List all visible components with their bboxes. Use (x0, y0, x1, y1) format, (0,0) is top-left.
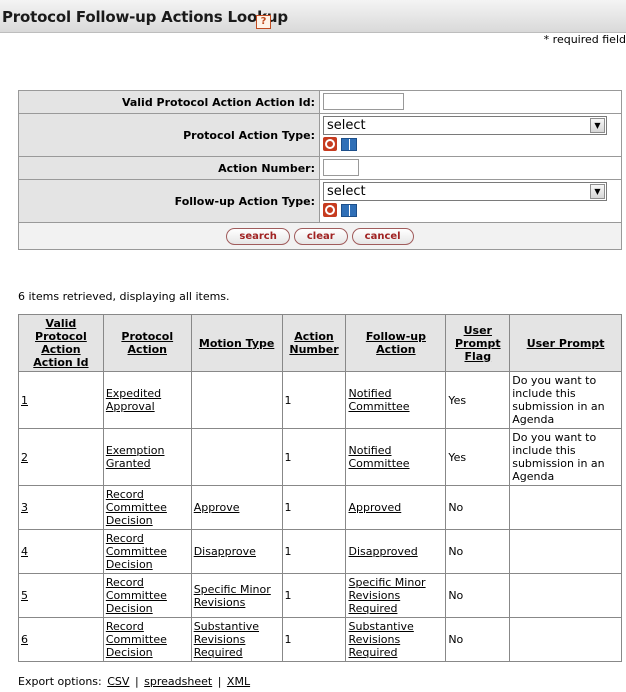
table-row: 5 Record Committee Decision Specific Min… (18, 573, 622, 618)
table-row: 1 Expedited Approval 1 Notified Committe… (18, 371, 622, 429)
export-options: Export options: CSV | spreadsheet | XML (18, 675, 252, 688)
row-id-link[interactable]: 6 (21, 633, 28, 646)
protocol-action-type-select[interactable]: select ▼ (323, 116, 607, 135)
followup-action-type-value: select (327, 184, 366, 199)
export-separator: | (134, 675, 139, 688)
direct-inquiry-book-icon[interactable] (341, 137, 357, 151)
export-xml-link[interactable]: XML (227, 675, 250, 688)
direct-inquiry-book-icon[interactable] (341, 203, 357, 217)
results-table: Valid Protocol Action Action Id Protocol… (18, 314, 622, 662)
action-number-cell: 1 (281, 617, 347, 662)
form-row-action-number: Action Number: (19, 157, 621, 180)
followup-action-link[interactable]: Approved (348, 501, 401, 514)
row-id-link[interactable]: 3 (21, 501, 28, 514)
table-row: 4 Record Committee Decision Disapprove 1… (18, 529, 622, 574)
column-header-motion-type[interactable]: Motion Type (190, 314, 283, 372)
user-prompt-flag-cell: Yes (445, 428, 511, 486)
cancel-button[interactable]: cancel (351, 227, 414, 245)
required-field-note: * required field (543, 33, 626, 46)
protocol-action-type-value: select (327, 118, 366, 133)
protocol-action-link[interactable]: Exemption Granted (106, 444, 165, 470)
motion-type-cell (190, 428, 283, 486)
table-row: 3 Record Committee Decision Approve 1 Ap… (18, 485, 622, 530)
row-id-link[interactable]: 5 (21, 589, 28, 602)
column-header-user-prompt[interactable]: User Prompt (509, 314, 622, 372)
lookup-search-icon[interactable] (323, 137, 337, 151)
form-buttons: search clear cancel (19, 223, 621, 249)
protocol-action-link[interactable]: Record Committee Decision (106, 576, 167, 615)
chevron-down-icon[interactable]: ▼ (590, 118, 605, 133)
field-label-followup-action-type: Follow-up Action Type: (19, 180, 320, 222)
form-row-protocol-action-type: Protocol Action Type: select ▼ (19, 114, 621, 157)
field-label-action-number: Action Number: (19, 157, 320, 179)
export-separator: | (217, 675, 222, 688)
followup-action-link[interactable]: Notified Committee (348, 387, 409, 413)
user-prompt-cell (509, 485, 622, 530)
lookup-search-icon[interactable] (323, 203, 337, 217)
action-number-input[interactable] (323, 159, 359, 176)
row-id-link[interactable]: 4 (21, 545, 28, 558)
user-prompt-flag-cell: No (445, 529, 511, 574)
action-number-cell: 1 (281, 529, 347, 574)
user-prompt-cell: Do you want to include this submission i… (509, 371, 622, 429)
page-title: Protocol Follow-up Actions Lookup (2, 8, 288, 26)
search-form: Valid Protocol Action Action Id: Protoco… (18, 90, 622, 250)
column-header-user-prompt-flag[interactable]: User Prompt Flag (445, 314, 511, 372)
clear-button[interactable]: clear (293, 227, 348, 245)
followup-action-link[interactable]: Notified Committee (348, 444, 409, 470)
motion-type-link[interactable]: Disapprove (194, 545, 256, 558)
action-number-cell: 1 (281, 573, 347, 618)
row-id-link[interactable]: 1 (21, 394, 28, 407)
export-csv-link[interactable]: CSV (107, 675, 129, 688)
user-prompt-cell: Do you want to include this submission i… (509, 428, 622, 486)
protocol-action-link[interactable]: Expedited Approval (106, 387, 161, 413)
user-prompt-flag-cell: Yes (445, 371, 511, 429)
motion-type-link[interactable]: Specific Minor Revisions (194, 583, 271, 609)
export-label: Export options: (18, 675, 102, 688)
action-number-cell: 1 (281, 428, 347, 486)
table-header-row: Valid Protocol Action Action Id Protocol… (18, 314, 622, 372)
column-header-protocol-action[interactable]: Protocol Action (102, 314, 192, 372)
action-number-cell: 1 (281, 371, 347, 429)
user-prompt-flag-cell: No (445, 573, 511, 618)
user-prompt-cell (509, 529, 622, 574)
user-prompt-flag-cell: No (445, 617, 511, 662)
followup-action-link[interactable]: Disapproved (348, 545, 417, 558)
action-number-cell: 1 (281, 485, 347, 530)
search-button[interactable]: search (226, 227, 290, 245)
user-prompt-cell (509, 617, 622, 662)
column-header-followup-action[interactable]: Follow-up Action (345, 314, 447, 372)
protocol-action-link[interactable]: Record Committee Decision (106, 532, 167, 571)
form-row-action-id: Valid Protocol Action Action Id: (19, 91, 621, 114)
column-header-action-number[interactable]: Action Number (281, 314, 347, 372)
chevron-down-icon[interactable]: ▼ (590, 184, 605, 199)
table-row: 2 Exemption Granted 1 Notified Committee… (18, 428, 622, 486)
results-count-message: 6 items retrieved, displaying all items. (18, 290, 230, 303)
row-id-link[interactable]: 2 (21, 451, 28, 464)
user-prompt-flag-cell: No (445, 485, 511, 530)
motion-type-link[interactable]: Substantive Revisions Required (194, 620, 259, 659)
action-id-input[interactable] (323, 93, 404, 110)
help-icon[interactable]: ? (256, 15, 271, 29)
protocol-action-link[interactable]: Record Committee Decision (106, 488, 167, 527)
followup-action-type-select[interactable]: select ▼ (323, 182, 607, 201)
field-label-action-id: Valid Protocol Action Action Id: (19, 91, 320, 113)
protocol-action-link[interactable]: Record Committee Decision (106, 620, 167, 659)
form-row-followup-action-type: Follow-up Action Type: select ▼ (19, 180, 621, 223)
field-label-protocol-action-type: Protocol Action Type: (19, 114, 320, 156)
motion-type-link[interactable]: Approve (194, 501, 240, 514)
user-prompt-cell (509, 573, 622, 618)
followup-action-link[interactable]: Specific Minor Revisions Required (348, 576, 425, 615)
followup-action-link[interactable]: Substantive Revisions Required (348, 620, 413, 659)
export-spreadsheet-link[interactable]: spreadsheet (144, 675, 212, 688)
table-row: 6 Record Committee Decision Substantive … (18, 617, 622, 662)
title-bar: Protocol Follow-up Actions Lookup ? (0, 0, 626, 33)
column-header-id[interactable]: Valid Protocol Action Action Id (18, 314, 104, 372)
motion-type-cell (190, 371, 283, 429)
